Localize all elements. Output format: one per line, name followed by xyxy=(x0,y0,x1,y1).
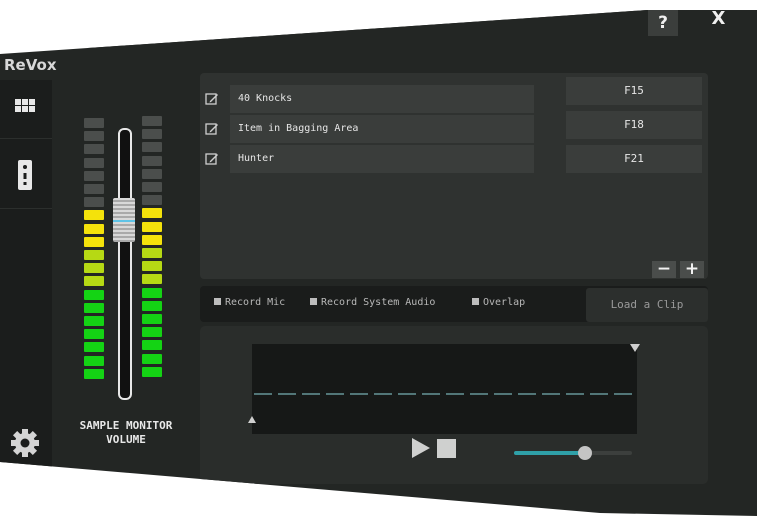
meter-segment-yellow xyxy=(142,234,162,245)
meter-segment-off xyxy=(142,182,162,192)
meter-segment-yellow-green xyxy=(142,274,162,285)
overlap-label: Overlap xyxy=(483,297,526,308)
overlap-checkbox[interactable]: Overlap xyxy=(472,297,525,308)
meter-segment-yellow-green xyxy=(84,250,104,260)
monitor-volume-label: SAMPLE MONITOR VOLUME xyxy=(79,419,173,446)
volume-fill xyxy=(514,451,585,455)
record-system-audio-checkbox[interactable]: Record System Audio xyxy=(310,297,435,308)
meter-segment-yellow-green xyxy=(84,276,104,287)
meter-segment-green xyxy=(84,355,104,366)
close-button[interactable]: X xyxy=(680,10,757,36)
meter-segment-off xyxy=(142,195,162,206)
end-marker-handle[interactable] xyxy=(630,344,640,352)
sidebar xyxy=(0,80,52,472)
meter-segment-off xyxy=(84,144,104,155)
meter-segment-yellow xyxy=(142,208,162,219)
clip-name[interactable]: 40 Knocks xyxy=(230,85,534,113)
meter-segment-off xyxy=(84,118,104,128)
meter-segment-green xyxy=(84,289,104,300)
meter-segment-off xyxy=(84,170,104,181)
meter-segment-green xyxy=(84,316,104,326)
play-button[interactable] xyxy=(412,438,430,458)
clip-name[interactable]: Hunter xyxy=(230,145,534,173)
meter-segment-yellow-green xyxy=(142,261,162,272)
meter-segment-green xyxy=(142,287,162,298)
sidebar-divider xyxy=(0,138,52,139)
meter-segment-green xyxy=(142,300,162,311)
app-title: ReVox xyxy=(4,56,57,74)
meter-segment-off xyxy=(142,129,162,140)
clip-hotkey-button[interactable]: F18 xyxy=(566,111,702,139)
waveform-view[interactable] xyxy=(252,344,637,434)
meter-segment-off xyxy=(142,116,162,126)
clip-name[interactable]: Item in Bagging Area xyxy=(230,115,534,143)
waveform xyxy=(254,393,635,395)
playback-volume-slider[interactable] xyxy=(514,446,632,460)
gear-icon xyxy=(11,429,39,457)
meter-segment-green xyxy=(142,366,162,377)
checkbox-box[interactable] xyxy=(310,298,317,305)
meter-segment-green xyxy=(142,327,162,338)
meter-segment-yellow-green xyxy=(142,248,162,258)
clip-player xyxy=(200,326,708,484)
checkbox-box[interactable] xyxy=(214,298,221,305)
meter-segment-off xyxy=(142,142,162,153)
record-mic-label: Record Mic xyxy=(225,297,286,308)
grid-icon xyxy=(15,99,35,112)
stop-button[interactable] xyxy=(437,439,456,458)
meter-segment-green xyxy=(84,368,104,379)
meter-segment-green xyxy=(142,353,162,364)
checkbox-box[interactable] xyxy=(472,298,479,305)
add-clip-button[interactable]: + xyxy=(680,261,704,278)
meter-segment-green xyxy=(84,302,104,313)
app-window: ? X ReVox SAMPLE MONITOR VOLUME 40 Knock… xyxy=(0,10,757,516)
meter-segment-yellow xyxy=(142,221,162,232)
settings-button[interactable] xyxy=(0,420,52,464)
meter-segment-green xyxy=(142,314,162,324)
volume-slider-handle[interactable] xyxy=(577,446,592,460)
meter-segment-green xyxy=(84,342,104,353)
meter-segment-yellow xyxy=(84,236,104,247)
start-marker-handle[interactable] xyxy=(248,416,256,423)
meter-segment-off xyxy=(84,197,104,208)
meter-segment-yellow xyxy=(84,223,104,234)
meter-segment-green xyxy=(142,340,162,351)
meter-segment-off xyxy=(142,155,162,166)
meter-segment-yellow xyxy=(84,210,104,221)
recording-options-bar: Record Mic Record System Audio Overlap L… xyxy=(200,286,708,322)
power-outlet-icon xyxy=(18,160,32,190)
record-mic-checkbox[interactable]: Record Mic xyxy=(214,297,285,308)
sidebar-item-devices[interactable] xyxy=(0,154,52,198)
meter-segment-green xyxy=(84,329,104,340)
meter-segment-off xyxy=(84,157,104,168)
meter-segment-off xyxy=(142,168,162,179)
sidebar-item-clips[interactable] xyxy=(0,90,52,130)
meter-segment-yellow-green xyxy=(84,263,104,274)
edit-icon[interactable] xyxy=(205,92,219,106)
clip-hotkey-button[interactable]: F15 xyxy=(566,77,702,105)
record-system-audio-label: Record System Audio xyxy=(321,297,436,308)
title-bar xyxy=(0,10,757,48)
remove-clip-button[interactable]: − xyxy=(652,261,676,278)
monitor-volume-slider-track[interactable] xyxy=(118,128,132,400)
edit-icon[interactable] xyxy=(205,122,219,136)
monitor-volume-slider-handle[interactable] xyxy=(113,198,135,242)
meter-segment-off xyxy=(84,184,104,194)
load-clip-button[interactable]: Load a Clip xyxy=(586,288,708,322)
sidebar-divider xyxy=(0,208,52,209)
meter-segment-off xyxy=(84,131,104,142)
help-button[interactable]: ? xyxy=(648,10,678,36)
clip-list-panel: 40 Knocks Item in Bagging Area Hunter F1… xyxy=(200,73,708,279)
clip-hotkey-button[interactable]: F21 xyxy=(566,145,702,173)
edit-icon[interactable] xyxy=(205,152,219,166)
